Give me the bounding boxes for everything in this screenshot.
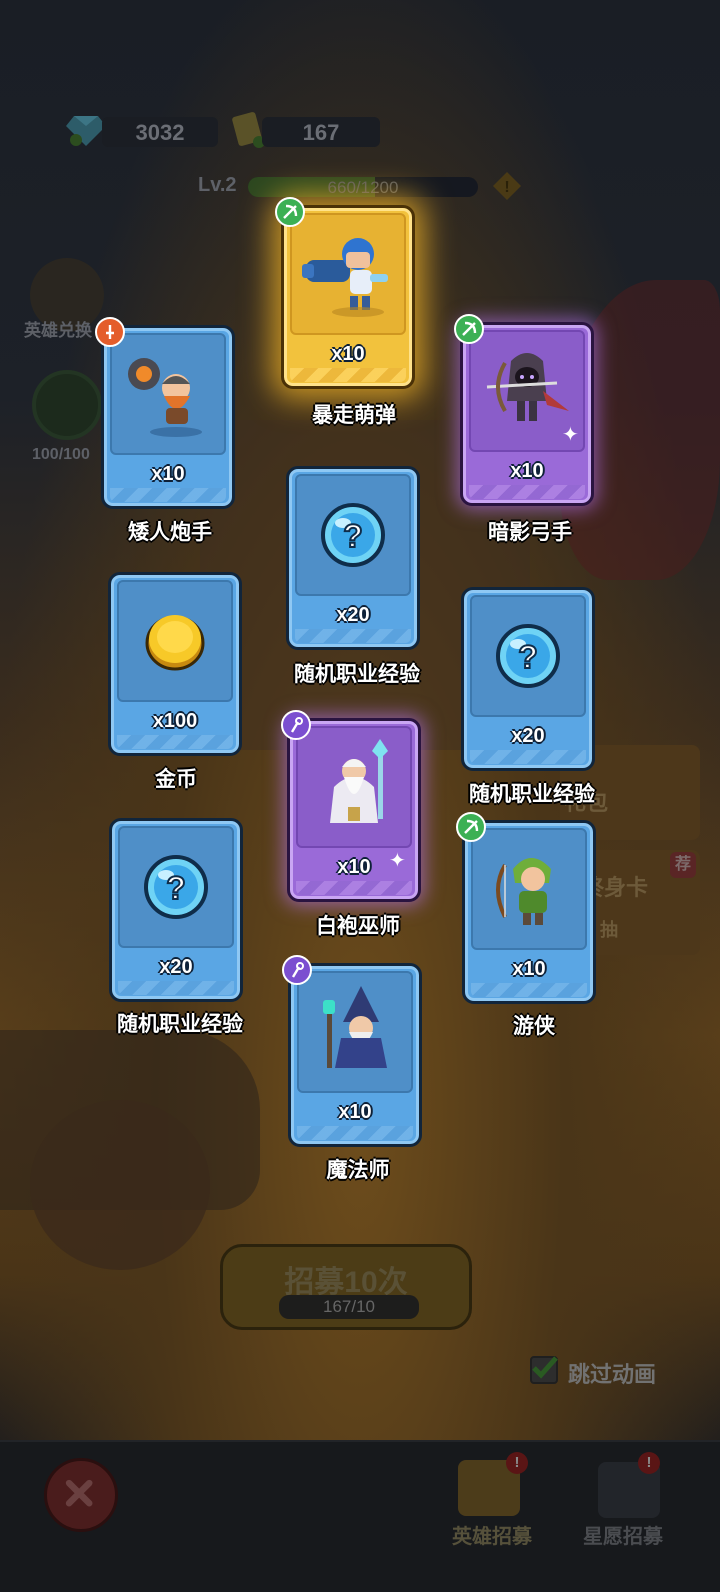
card-name: 暴走萌弹 — [312, 404, 396, 427]
reward-card-random-exp[interactable]: ? x20 — [461, 587, 595, 771]
reward-card-gunner[interactable]: x10 — [275, 197, 415, 389]
card-name: 随机职业经验 — [469, 783, 595, 806]
reward-card-ranger[interactable]: x10 — [456, 812, 596, 1004]
warning-icon[interactable]: ! — [491, 170, 523, 202]
recruit-10x-button[interactable]: 招募10次 167/10 — [220, 1244, 472, 1330]
mystery-exp-orb: ? — [295, 474, 411, 596]
card-stripe — [295, 629, 411, 643]
card-quantity: x20 — [336, 604, 370, 626]
card-name: 金币 — [155, 768, 197, 791]
caster-class-badge — [282, 955, 312, 985]
staff-icon — [291, 962, 304, 978]
reward-card-random-exp[interactable]: ? x20 — [286, 466, 420, 650]
tab-hero-recruit[interactable]: 英雄招募 — [452, 1520, 532, 1549]
hero-character-silhouette — [30, 1100, 210, 1270]
reward-card-white-wizard[interactable]: x10 ✦ — [281, 710, 421, 902]
close-button[interactable] — [44, 1458, 118, 1532]
card-name: 矮人炮手 — [128, 521, 212, 544]
svg-text:?: ? — [518, 639, 538, 675]
mystery-exp-orb: ? — [470, 595, 586, 717]
svg-text:?: ? — [343, 518, 363, 554]
staff-icon — [290, 717, 303, 733]
card-name: 暗影弓手 — [488, 521, 572, 544]
mystery-exp-orb: ? — [118, 826, 234, 948]
card-name: 随机职业经验 — [117, 1013, 243, 1036]
sword-icon — [106, 325, 114, 339]
bow-icon — [283, 204, 298, 219]
card-quantity: x20 — [159, 956, 193, 978]
gold-coin-icon — [117, 580, 233, 702]
svg-text:!: ! — [504, 179, 509, 196]
card-quantity: x10 — [151, 463, 185, 485]
reward-card-mage[interactable]: x10 — [282, 955, 422, 1147]
card-quantity: x20 — [511, 725, 545, 747]
recommend-tag: 荐 — [670, 852, 696, 878]
card-name: 游侠 — [513, 1015, 555, 1038]
card-stripe — [290, 368, 406, 382]
card-quantity: x10 — [510, 460, 544, 482]
notification-alert-icon: ! — [638, 1452, 660, 1474]
level-label: Lv.2 — [198, 174, 237, 196]
card-name: 魔法师 — [326, 1159, 390, 1182]
gem-icon — [66, 116, 106, 146]
sparkle-icon: ✦ — [389, 850, 406, 872]
bow-icon — [462, 321, 477, 336]
card-stripe — [297, 1126, 413, 1140]
skip-animation-checkbox[interactable] — [530, 1356, 558, 1384]
reward-card-gold-coin[interactable]: x100 — [108, 572, 242, 756]
sparkle-icon: ✦ — [562, 424, 579, 446]
recruit-ticket-cost: 167/10 — [279, 1295, 419, 1319]
card-name: 白袍巫师 — [316, 915, 400, 938]
card-stripe — [110, 488, 226, 502]
white-wizard-portrait — [296, 726, 412, 848]
ticket-count: 167 — [302, 120, 340, 145]
ranger-hero-portrait — [471, 828, 587, 950]
card-quantity: x10 — [512, 958, 546, 980]
card-stripe — [296, 881, 412, 895]
caster-class-badge — [281, 710, 311, 740]
notification-alert-icon: ! — [506, 1452, 528, 1474]
xp-text: 660/1200 — [327, 178, 399, 197]
hero-exchange-label: 英雄兑换 — [24, 321, 92, 340]
card-stripe — [117, 735, 233, 749]
ranged-class-badge — [456, 812, 486, 842]
tab-wish-recruit[interactable]: 星愿招募 — [583, 1520, 663, 1549]
checkmark-icon — [532, 1356, 558, 1379]
card-stripe — [471, 983, 587, 997]
lifetime-card-sublabel: 抽 — [600, 920, 618, 940]
gem-counter: 3032 — [102, 117, 218, 147]
dwarf-hero-portrait — [110, 333, 226, 455]
melee-class-badge — [95, 317, 125, 347]
reward-card-random-exp[interactable]: ? x20 — [109, 818, 243, 1002]
ranged-class-badge — [454, 314, 484, 344]
daily-progress-button[interactable] — [32, 370, 102, 440]
card-stripe — [118, 981, 234, 995]
card-quantity: x10 — [338, 1101, 372, 1123]
daily-progress-label: 100/100 — [32, 446, 90, 463]
card-stripe — [469, 485, 585, 499]
card-quantity: x100 — [152, 710, 198, 732]
mage-hero-portrait — [297, 971, 413, 1093]
reward-card-shadow-archer[interactable]: x10 ✦ — [454, 314, 594, 506]
reward-card-dwarf-gunner[interactable]: x10 — [95, 317, 235, 509]
svg-text:?: ? — [166, 870, 186, 906]
ticket-counter: 167 — [262, 117, 380, 147]
close-icon — [65, 1479, 93, 1507]
gunner-hero-portrait — [290, 213, 406, 335]
skip-animation-label: 跳过动画 — [568, 1362, 657, 1387]
ranged-class-badge — [275, 197, 305, 227]
gem-count: 3032 — [135, 120, 185, 145]
card-quantity: x10 — [331, 343, 365, 365]
card-name: 随机职业经验 — [294, 663, 420, 686]
bow-icon — [464, 819, 479, 834]
card-stripe — [470, 750, 586, 764]
